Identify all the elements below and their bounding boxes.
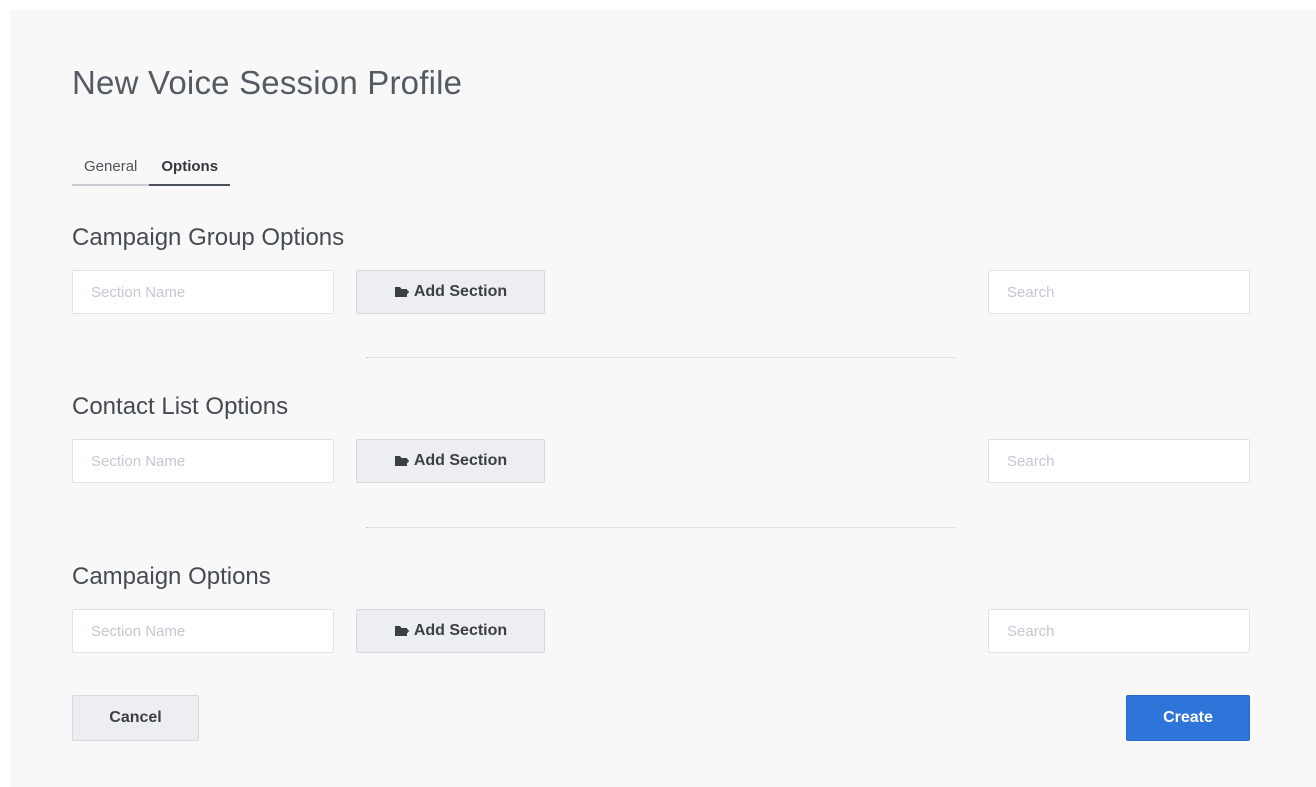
campaign-section-name-input[interactable]	[72, 609, 334, 653]
create-button[interactable]: Create	[1126, 695, 1250, 741]
profile-dialog: New Voice Session Profile General Option…	[10, 10, 1316, 787]
campaign-search-input[interactable]	[988, 609, 1250, 653]
folder-add-icon	[394, 285, 410, 299]
contact-list-search-input[interactable]	[988, 439, 1250, 483]
section-divider	[366, 527, 956, 528]
add-section-label: Add Section	[413, 452, 508, 469]
section-title-campaign-group: Campaign Group Options	[72, 224, 345, 251]
campaign-group-section-name-input[interactable]	[72, 270, 334, 314]
page-title: New Voice Session Profile	[72, 64, 463, 101]
add-section-label: Add Section	[413, 622, 508, 639]
tab-bar: General Options	[72, 156, 231, 186]
add-section-label: Add Section	[413, 283, 508, 300]
campaign-group-search-input[interactable]	[988, 270, 1250, 314]
contact-list-section-name-input[interactable]	[72, 439, 334, 483]
tab-general[interactable]: General	[72, 156, 150, 186]
section-divider	[366, 357, 956, 358]
section-title-contact-list: Contact List Options	[72, 393, 289, 420]
campaign-group-add-section-button[interactable]: Add Section	[356, 270, 545, 314]
section-title-campaign: Campaign Options	[72, 563, 271, 590]
campaign-add-section-button[interactable]: Add Section	[356, 609, 545, 653]
cancel-button[interactable]: Cancel	[72, 695, 199, 741]
tab-options[interactable]: Options	[149, 156, 231, 186]
contact-list-add-section-button[interactable]: Add Section	[356, 439, 545, 483]
folder-add-icon	[394, 454, 410, 468]
folder-add-icon	[394, 624, 410, 638]
